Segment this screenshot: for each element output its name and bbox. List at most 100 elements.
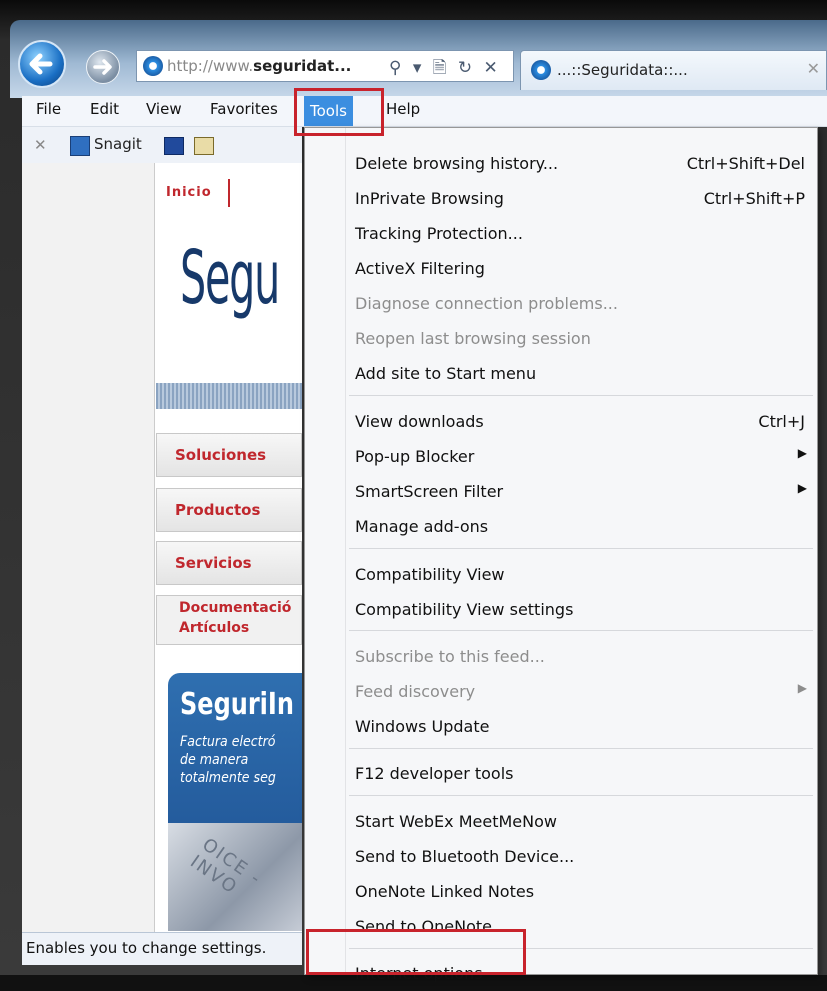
menu-help[interactable]: Help [384, 100, 422, 118]
promo-image-text: OICE - INVO [186, 834, 266, 899]
submenu-arrow-icon: ▶ [797, 681, 807, 695]
address-bar-icons[interactable]: ⚲ ▾ 🗎 ↻ ✕ [389, 55, 501, 84]
articulos-label[interactable]: Artículos [179, 620, 249, 636]
tab-ie-icon [531, 60, 551, 80]
nav-documentacion[interactable]: Documentació Artículos [156, 595, 302, 645]
menu-item-inprivate-browsing[interactable]: InPrivate Browsing Ctrl+Shift+P [305, 183, 817, 216]
decorative-band [156, 383, 302, 409]
promo-title: SeguriIn [180, 687, 294, 722]
menu-item-label: F12 developer tools [355, 764, 514, 783]
menu-item-manage-add-ons[interactable]: Manage add-ons [305, 511, 817, 544]
menu-item-label: Add site to Start menu [355, 364, 537, 383]
nav-soluciones[interactable]: Soluciones [156, 433, 302, 477]
menu-item-f12-developer-tools[interactable]: F12 developer tools [305, 758, 817, 791]
inicio-divider [228, 179, 230, 207]
menu-item-smartscreen-filter[interactable]: SmartScreen Filter ▶ [305, 476, 817, 509]
menu-item-label: Compatibility View [355, 565, 505, 584]
menu-item-shortcut: Ctrl+J [758, 412, 805, 431]
submenu-arrow-icon: ▶ [797, 446, 807, 460]
menu-item-label: Subscribe to this feed... [355, 647, 545, 666]
menu-separator [349, 795, 813, 796]
menu-item-label: SmartScreen Filter [355, 482, 504, 501]
menu-favorites[interactable]: Favorites [208, 100, 280, 118]
menu-item-label: View downloads [355, 412, 484, 431]
nav-label: Servicios [175, 554, 252, 572]
menu-item-label: Compatibility View settings [355, 600, 574, 619]
forward-arrow-icon [93, 59, 112, 75]
menu-item-label: ActiveX Filtering [355, 259, 485, 278]
menu-item-delete-browsing-history[interactable]: Delete browsing history... Ctrl+Shift+Del [305, 148, 817, 181]
menu-item-compatibility-view-settings[interactable]: Compatibility View settings [305, 594, 817, 627]
promo-image: OICE - INVO [168, 823, 302, 931]
menu-item-feed-discovery: Feed discovery ▶ [305, 676, 817, 709]
command-toolbar: ✕ Snagit [22, 127, 302, 163]
menu-separator [349, 748, 813, 749]
menu-item-label: Manage add-ons [355, 517, 489, 536]
menu-bar: File Edit View Favorites Tools Help [22, 96, 827, 127]
submenu-arrow-icon: ▶ [797, 481, 807, 495]
menu-item-label: Reopen last browsing session [355, 329, 591, 348]
snagit-editor-icon[interactable] [194, 137, 214, 155]
snagit-capture-icon[interactable] [164, 137, 184, 155]
address-bar[interactable]: http://www.seguridat... ⚲ ▾ 🗎 ↻ ✕ [136, 50, 514, 82]
menu-item-reopen-last-browsing-session: Reopen last browsing session [305, 323, 817, 356]
menu-edit[interactable]: Edit [88, 100, 121, 118]
menu-item-label: Windows Update [355, 717, 490, 736]
menu-separator [349, 548, 813, 549]
tools-menu: Delete browsing history... Ctrl+Shift+Del… [304, 127, 818, 983]
toolbar-close-icon[interactable]: ✕ [34, 136, 47, 154]
menu-item-compatibility-view[interactable]: Compatibility View [305, 559, 817, 592]
menu-item-windows-update[interactable]: Windows Update [305, 711, 817, 744]
inicio-link[interactable]: Inicio [166, 185, 212, 200]
snagit-icon[interactable] [70, 136, 90, 156]
menu-item-start-webex-meetmenow[interactable]: Start WebEx MeetMeNow [305, 806, 817, 839]
page-margin [22, 163, 155, 933]
menu-item-label: InPrivate Browsing [355, 189, 504, 208]
tab-close-icon[interactable]: ✕ [807, 59, 820, 78]
back-arrow-icon [29, 53, 53, 75]
menu-item-activex-filtering[interactable]: ActiveX Filtering [305, 253, 817, 286]
nav-productos[interactable]: Productos [156, 488, 302, 532]
nav-servicios[interactable]: Servicios [156, 541, 302, 585]
snagit-button[interactable]: Snagit [94, 135, 142, 153]
menu-file[interactable]: File [34, 100, 63, 118]
menu-item-onenote-linked-notes[interactable]: OneNote Linked Notes [305, 876, 817, 909]
site-logo-text: Segu [180, 235, 280, 321]
menu-separator [349, 630, 813, 631]
tab-title: ...::Seguridata::... [557, 61, 688, 79]
menu-item-label: Feed discovery [355, 682, 476, 701]
web-page: Inicio Segu Soluciones Productos Servici… [22, 163, 302, 933]
ie-page-icon [143, 56, 163, 76]
promo-banner[interactable]: SeguriIn Factura electró de manera total… [168, 673, 302, 931]
status-bar: Enables you to change settings. [22, 932, 302, 965]
menu-item-shortcut: Ctrl+Shift+Del [686, 154, 805, 173]
menu-item-diagnose-connection-problems: Diagnose connection problems... [305, 288, 817, 321]
menu-item-pop-up-blocker[interactable]: Pop-up Blocker ▶ [305, 441, 817, 474]
internet-options-highlight-box [306, 929, 526, 975]
menu-item-subscribe-to-this-feed: Subscribe to this feed... [305, 641, 817, 674]
documentacion-label: Documentació [179, 600, 292, 616]
menu-item-label: Delete browsing history... [355, 154, 559, 173]
menu-item-label: Start WebEx MeetMeNow [355, 812, 557, 831]
menu-item-tracking-protection[interactable]: Tracking Protection... [305, 218, 817, 251]
url-text: http://www.seguridat... [167, 57, 352, 75]
menu-item-label: OneNote Linked Notes [355, 882, 535, 901]
page-content-column: Inicio Segu Soluciones Productos Servici… [156, 163, 302, 933]
nav-label: Productos [175, 501, 261, 519]
back-button[interactable] [18, 40, 66, 88]
menu-item-label: Pop-up Blocker [355, 447, 475, 466]
menu-item-send-to-bluetooth-device[interactable]: Send to Bluetooth Device... [305, 841, 817, 874]
menu-item-label: Send to Bluetooth Device... [355, 847, 575, 866]
promo-subtitle: Factura electró de manera totalmente seg [180, 734, 276, 786]
menu-item-shortcut: Ctrl+Shift+P [703, 189, 805, 208]
nav-label: Soluciones [175, 446, 267, 464]
forward-button[interactable] [86, 50, 120, 84]
tools-highlight-box [294, 88, 384, 136]
menu-item-label: Tracking Protection... [355, 224, 523, 243]
menu-view[interactable]: View [144, 100, 184, 118]
browser-tab[interactable]: ...::Seguridata::... ✕ [520, 50, 827, 90]
menu-item-view-downloads[interactable]: View downloads Ctrl+J [305, 406, 817, 439]
menu-item-add-site-to-start-menu[interactable]: Add site to Start menu [305, 358, 817, 391]
status-text: Enables you to change settings. [26, 939, 267, 957]
menu-item-label: Diagnose connection problems... [355, 294, 618, 313]
